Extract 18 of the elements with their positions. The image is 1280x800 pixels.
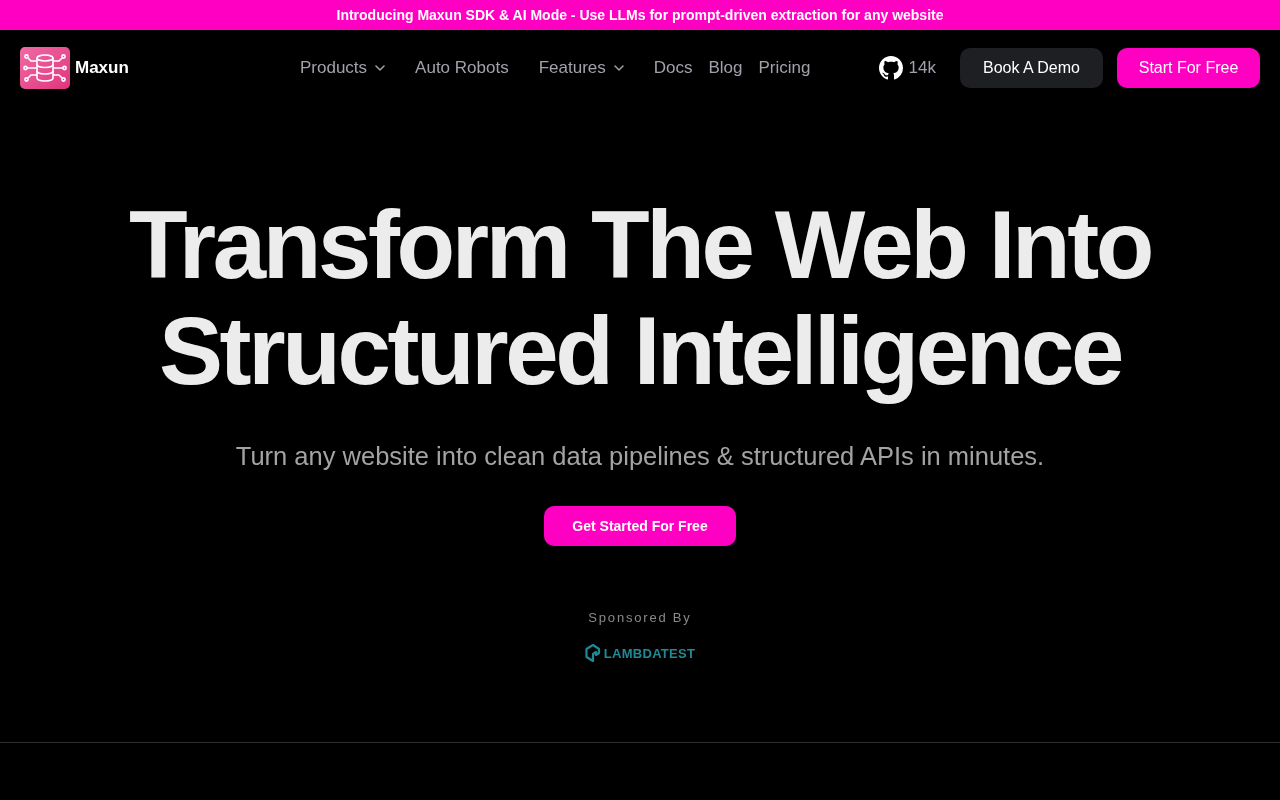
logo-mark-icon — [584, 644, 601, 662]
nav-link[interactable]: Pricing — [758, 58, 823, 78]
nav-link[interactable]: Products — [300, 58, 398, 78]
chevron-down-icon — [613, 65, 624, 71]
brand-name[interactable]: Maxun — [75, 58, 129, 78]
nav-link[interactable]: Blog — [708, 58, 755, 78]
nav-link[interactable]: Features — [538, 58, 636, 78]
database-circuit-logo-icon[interactable] — [20, 47, 70, 89]
sponsor-logo[interactable]: LAMBDATEST — [584, 644, 696, 662]
nav-link[interactable]: Auto Robots — [415, 58, 521, 78]
hero-subtitle: Turn any website into clean data pipelines & structured APIs in minutes. — [235, 442, 1045, 471]
book-demo-button[interactable]: Book A Demo — [960, 48, 1103, 88]
hero-headline: Transform The Web Into Structured Intelligence — [128, 192, 1152, 404]
chevron-down-icon — [375, 65, 386, 71]
sponsor-label: Sponsored By — [588, 610, 692, 625]
nav-link[interactable]: Docs — [653, 58, 705, 78]
github-stars-link[interactable]: 14k — [878, 56, 936, 80]
github-icon — [878, 56, 903, 80]
